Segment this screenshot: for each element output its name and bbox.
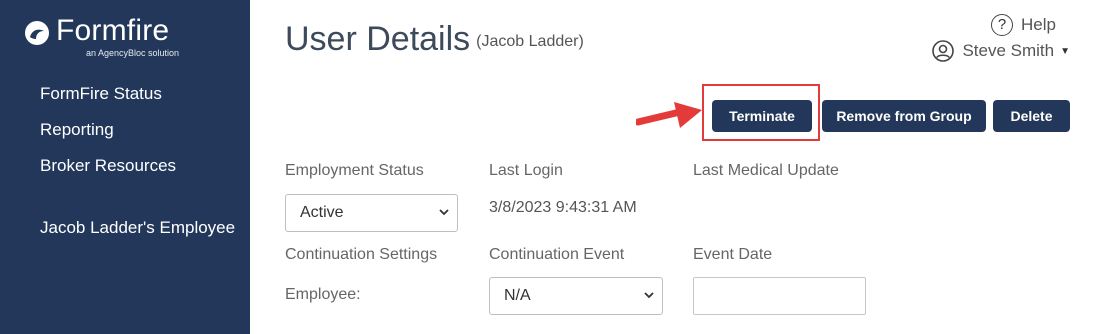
- employment-status-select[interactable]: Active: [285, 194, 458, 232]
- sidebar-item-broker-resources[interactable]: Broker Resources: [40, 156, 176, 176]
- user-name: Steve Smith: [962, 41, 1055, 60]
- help-icon: ?: [991, 14, 1014, 36]
- continuation-event-label: Continuation Event: [489, 246, 625, 263]
- formfire-flame-icon: [25, 21, 49, 45]
- continuation-event-select[interactable]: N/A: [489, 277, 663, 315]
- main-content: User Details (Jacob Ladder) ? Help Steve …: [250, 0, 1104, 334]
- terminate-button[interactable]: Terminate: [712, 100, 812, 132]
- sidebar-item-employee[interactable]: Jacob Ladder's Employee: [40, 218, 235, 238]
- last-login-label: Last Login: [489, 162, 563, 179]
- page-title: User Details (Jacob Ladder): [285, 20, 584, 59]
- sidebar: Formfire an AgencyBloc solution FormFire…: [0, 0, 250, 334]
- continuation-settings-value: Employee:: [285, 286, 361, 303]
- employment-status-value: Active: [300, 204, 344, 221]
- remove-from-group-button[interactable]: Remove from Group: [822, 100, 986, 132]
- formfire-logo[interactable]: Formfire an AgencyBloc solution: [24, 14, 204, 62]
- brand-tagline: an AgencyBloc solution: [86, 48, 180, 58]
- help-label: Help: [1021, 15, 1056, 34]
- employment-status-label: Employment Status: [285, 162, 424, 179]
- event-date-input[interactable]: [693, 277, 866, 315]
- delete-button[interactable]: Delete: [993, 100, 1070, 132]
- chevron-down-icon: [644, 292, 654, 299]
- brand-name: Formfire: [56, 14, 170, 47]
- caret-down-icon: ▼: [1060, 45, 1070, 57]
- user-menu[interactable]: Steve Smith ▼: [932, 40, 1070, 62]
- help-link[interactable]: ? Help: [991, 14, 1056, 36]
- user-circle-icon: [932, 40, 955, 62]
- continuation-settings-label: Continuation Settings: [285, 246, 438, 263]
- last-login-value: 3/8/2023 9:43:31 AM: [489, 199, 637, 216]
- annotation-arrow-icon: [636, 102, 702, 128]
- page-subtitle: (Jacob Ladder): [476, 33, 584, 50]
- continuation-event-value: N/A: [504, 287, 531, 304]
- sidebar-item-formfire-status[interactable]: FormFire Status: [40, 84, 162, 104]
- last-medical-update-label: Last Medical Update: [693, 162, 839, 179]
- sidebar-item-reporting[interactable]: Reporting: [40, 120, 114, 140]
- event-date-label: Event Date: [693, 246, 773, 263]
- chevron-down-icon: [439, 209, 449, 216]
- page-title-text: User Details: [285, 20, 471, 58]
